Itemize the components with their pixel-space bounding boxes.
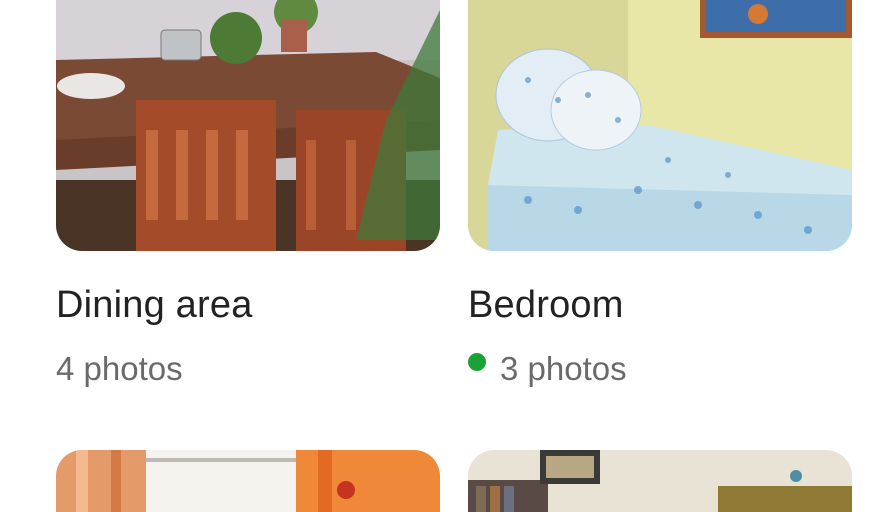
photo-count: 3 photos: [468, 350, 627, 388]
room-photo-3[interactable]: [56, 450, 440, 512]
room-photo-4[interactable]: [468, 450, 852, 512]
photo-count-text: 3 photos: [500, 350, 627, 387]
room-title: Dining area: [56, 284, 253, 326]
bedroom-photo[interactable]: [468, 0, 852, 251]
photo-count: 4 photos: [56, 350, 183, 388]
new-photos-indicator: [468, 353, 486, 371]
photo-count-text: 4 photos: [56, 350, 183, 387]
room-title: Bedroom: [468, 284, 624, 326]
dining-area-photo[interactable]: [56, 0, 440, 251]
